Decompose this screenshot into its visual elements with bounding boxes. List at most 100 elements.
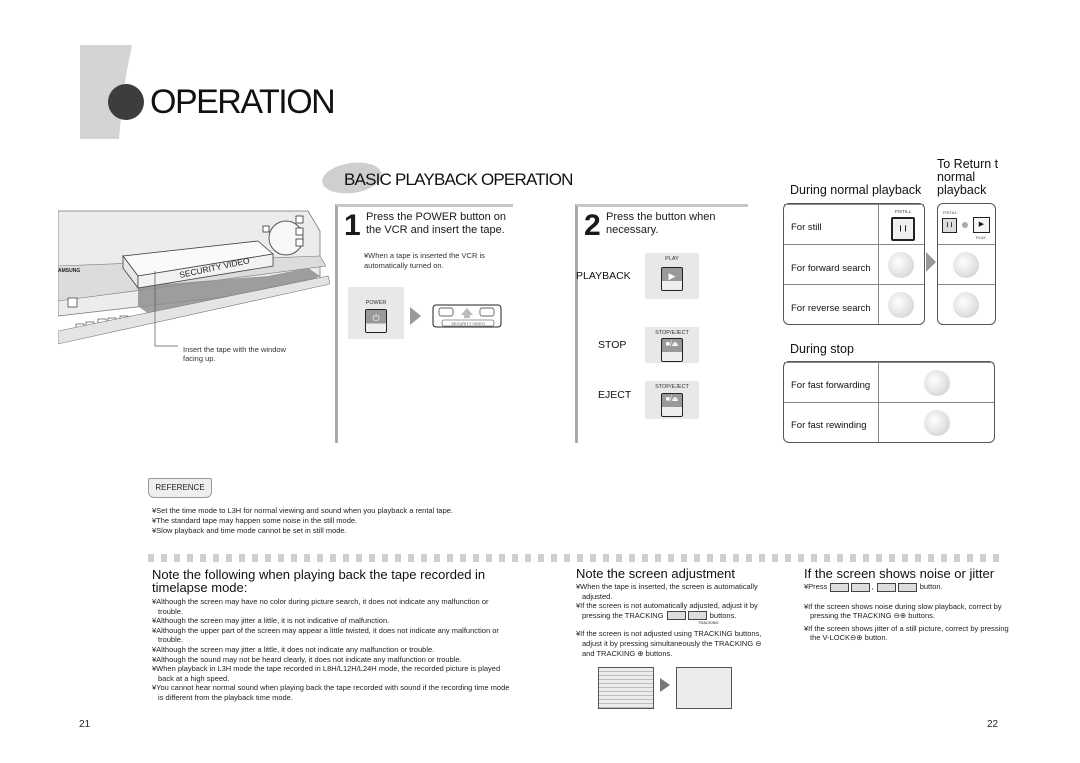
tracking-plus-button[interactable] bbox=[687, 611, 707, 621]
shuttle-dial-reverse-icon[interactable] bbox=[888, 292, 914, 318]
separator-dash bbox=[447, 554, 453, 562]
return-play-button[interactable]: ▶ bbox=[973, 217, 990, 233]
stop-button[interactable]: ■/⏏ bbox=[661, 338, 683, 362]
noise-item: ¥If the screen shows noise during slow p… bbox=[804, 601, 1002, 621]
separator-dash bbox=[668, 554, 674, 562]
during-stop-heading: During stop bbox=[790, 342, 854, 356]
step-1-panel: 1 Press the POWER button on the VCR and … bbox=[335, 204, 513, 443]
section-title: BASIC PLAYBACK OPERATION bbox=[344, 170, 573, 189]
separator-dash bbox=[278, 554, 284, 562]
step-2-panel: 2 Press the button when necessary. PLAYB… bbox=[575, 204, 748, 443]
reference-badge: REFERENCE bbox=[148, 478, 212, 498]
separator-dash bbox=[395, 554, 401, 562]
separator-dash bbox=[161, 554, 167, 562]
separator-dash bbox=[863, 554, 869, 562]
play-button-tile: PLAY ▶ bbox=[645, 253, 699, 299]
eject-label: EJECT bbox=[598, 389, 632, 401]
separator-dash bbox=[889, 554, 895, 562]
separator-dash bbox=[694, 554, 700, 562]
shuttle-dial-center-icon[interactable] bbox=[953, 252, 979, 278]
separator-dash bbox=[902, 554, 908, 562]
separator-dash bbox=[993, 554, 999, 562]
eject-button[interactable]: ■/⏏ bbox=[661, 393, 683, 417]
play-button[interactable]: ▶ bbox=[661, 267, 683, 291]
shuttle-dial-center-icon[interactable] bbox=[953, 292, 979, 318]
page-number-left: 21 bbox=[79, 719, 91, 730]
reverse-search-label: For reverse search bbox=[791, 303, 871, 314]
page-number-right: 22 bbox=[987, 719, 999, 730]
step-note: ¥When a tape is inserted the VCR is auto… bbox=[364, 251, 485, 270]
separator-dash bbox=[265, 554, 271, 562]
screen-adjust-item: ¥If the screen is not adjusted using TRA… bbox=[576, 629, 762, 658]
or-dot-icon bbox=[962, 222, 968, 228]
separator-dash bbox=[213, 554, 219, 562]
screen-adjust-heading: Note the screen adjustment bbox=[576, 566, 735, 581]
noise-heading: If the screen shows noise or jitter bbox=[804, 566, 995, 581]
separator-dash bbox=[304, 554, 310, 562]
clear-screen-illustration bbox=[676, 667, 732, 709]
reference-item: ¥Slow playback and time mode cannot be s… bbox=[152, 526, 347, 535]
power-label: POWER bbox=[365, 300, 387, 306]
separator-dash bbox=[174, 554, 180, 562]
tracking-minus-button[interactable] bbox=[666, 611, 686, 621]
noise-list: ¥Press , button. ¥If the screen shows no… bbox=[804, 582, 1009, 643]
screen-adjust-item-text: buttons. bbox=[709, 610, 737, 620]
separator-dash bbox=[915, 554, 921, 562]
reference-item: ¥The standard tape may happen some noise… bbox=[152, 516, 358, 525]
table-row: For reverse search bbox=[784, 284, 924, 325]
separator-dash bbox=[343, 554, 349, 562]
timelapse-item: ¥Although the screen may have no color d… bbox=[152, 597, 489, 616]
timelapse-item: ¥Although the upper part of the screen m… bbox=[152, 625, 499, 645]
separator-dash bbox=[564, 554, 570, 562]
during-stop-table: For fast forwarding For fast rewinding bbox=[783, 361, 995, 443]
forward-search-label: For forward search bbox=[791, 263, 871, 274]
separator-dash bbox=[629, 554, 635, 562]
shuttle-dial-ff-icon[interactable] bbox=[924, 370, 950, 396]
shuttle-dial-rew-icon[interactable] bbox=[924, 410, 950, 436]
separator-dash bbox=[837, 554, 843, 562]
separator-dash bbox=[590, 554, 596, 562]
separator-dash bbox=[187, 554, 193, 562]
vlock-plus-button[interactable] bbox=[897, 582, 917, 592]
stop-eject-label: STOP/EJECT bbox=[655, 330, 689, 336]
shuttle-dial-forward-icon[interactable] bbox=[888, 252, 914, 278]
separator-dash bbox=[252, 554, 258, 562]
separator-dash bbox=[746, 554, 752, 562]
separator-dash bbox=[382, 554, 388, 562]
noise-item-text: ¥Press bbox=[804, 582, 828, 591]
power-button-tile: POWER ⏻ bbox=[348, 287, 404, 339]
step-instruction: Press the POWER button on the VCR and in… bbox=[366, 211, 507, 236]
timelapse-item: ¥You cannot hear normal sound when playi… bbox=[152, 683, 510, 702]
separator-dash bbox=[811, 554, 817, 562]
separator-dash bbox=[434, 554, 440, 562]
vlock-minus-button[interactable] bbox=[876, 582, 896, 592]
noise-item-text: button. bbox=[919, 582, 943, 591]
separator-dash bbox=[200, 554, 206, 562]
slow-minus-button[interactable] bbox=[830, 582, 850, 592]
separator-dash bbox=[980, 554, 986, 562]
separator-dash bbox=[330, 554, 336, 562]
cassette-icon-label: SECURITY VIDEO bbox=[451, 321, 485, 326]
separator-dash bbox=[226, 554, 232, 562]
separator-dash bbox=[707, 554, 713, 562]
separator-dash bbox=[239, 554, 245, 562]
fast-rewind-label: For fast rewinding bbox=[791, 420, 867, 431]
separator-dash bbox=[616, 554, 622, 562]
separator-dash bbox=[551, 554, 557, 562]
separator-dash bbox=[317, 554, 323, 562]
separator-dash bbox=[954, 554, 960, 562]
header-bullet-icon bbox=[108, 84, 144, 120]
separator-dash bbox=[291, 554, 297, 562]
separator-dash bbox=[798, 554, 804, 562]
vcr-illustration: SECURITY VIDEO AMSUNG bbox=[58, 206, 330, 356]
power-button[interactable]: ⏻ bbox=[365, 309, 387, 333]
separator-text: , bbox=[871, 582, 874, 591]
slow-plus-button[interactable] bbox=[851, 582, 871, 592]
pause-still-button[interactable]: ❙❙ bbox=[891, 217, 915, 241]
return-pause-button[interactable]: ❙❙ bbox=[942, 218, 957, 233]
timelapse-item: ¥Although the sound may not be heard cle… bbox=[152, 654, 462, 664]
timelapse-list: ¥Although the screen may have no color d… bbox=[152, 597, 512, 703]
separator-dash bbox=[577, 554, 583, 562]
reference-item: ¥Set the time mode to L3H for normal vie… bbox=[152, 506, 454, 515]
arrow-right-icon bbox=[660, 678, 670, 692]
